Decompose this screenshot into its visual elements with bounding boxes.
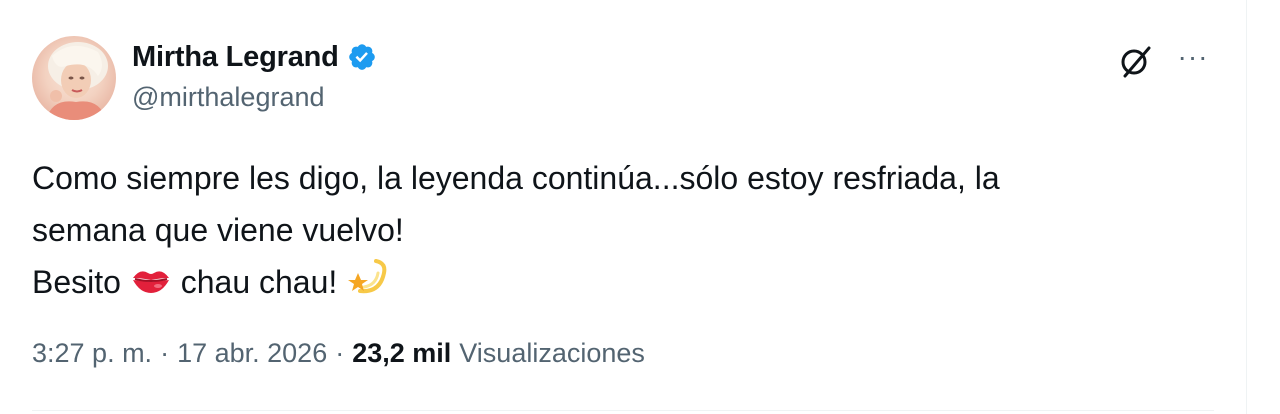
views-count[interactable]: 23,2 mil [352, 338, 451, 369]
tweet-text-besito: Besito [32, 264, 121, 300]
tweet-text-line-1: Como siempre les digo, la leyenda contin… [32, 160, 1000, 196]
tweet-text-line-2: semana que viene vuelvo! [32, 212, 404, 248]
divider [32, 410, 1214, 411]
tweet-text-chau: chau chau! [180, 264, 338, 300]
views-label[interactable]: Visualizaciones [459, 338, 645, 369]
meta-separator: · [335, 338, 345, 368]
display-name[interactable]: Mirtha Legrand [132, 41, 339, 74]
more-options-icon[interactable]: ··· [1173, 41, 1213, 72]
kiss-mark-emoji [130, 259, 172, 311]
verified-badge-icon[interactable] [347, 42, 377, 72]
avatar-image [46, 42, 108, 120]
avatar[interactable] [32, 36, 116, 120]
tweet-time[interactable]: 3:27 p. m. [32, 338, 152, 369]
meta-separator: · [160, 338, 170, 368]
tweet-card: Mirtha Legrand @mirthalegrand ··· Como s… [0, 0, 1246, 414]
tweet-meta: 3:27 p. m. · 17 abr. 2026 · 23,2 mil Vis… [32, 338, 645, 369]
tweet-date[interactable]: 17 abr. 2026 [177, 338, 327, 369]
name-row: Mirtha Legrand [132, 38, 377, 76]
tweet-text: Como siempre les digo, la leyenda contin… [32, 152, 1212, 312]
dizzy-star-emoji [346, 257, 390, 312]
tweet-text-line-3: Besito chau chau! [32, 256, 1212, 312]
tweet-header: Mirtha Legrand @mirthalegrand [132, 38, 377, 113]
user-handle[interactable]: @mirthalegrand [132, 82, 377, 113]
card-border [1246, 0, 1247, 414]
grok-icon[interactable] [1117, 42, 1155, 80]
